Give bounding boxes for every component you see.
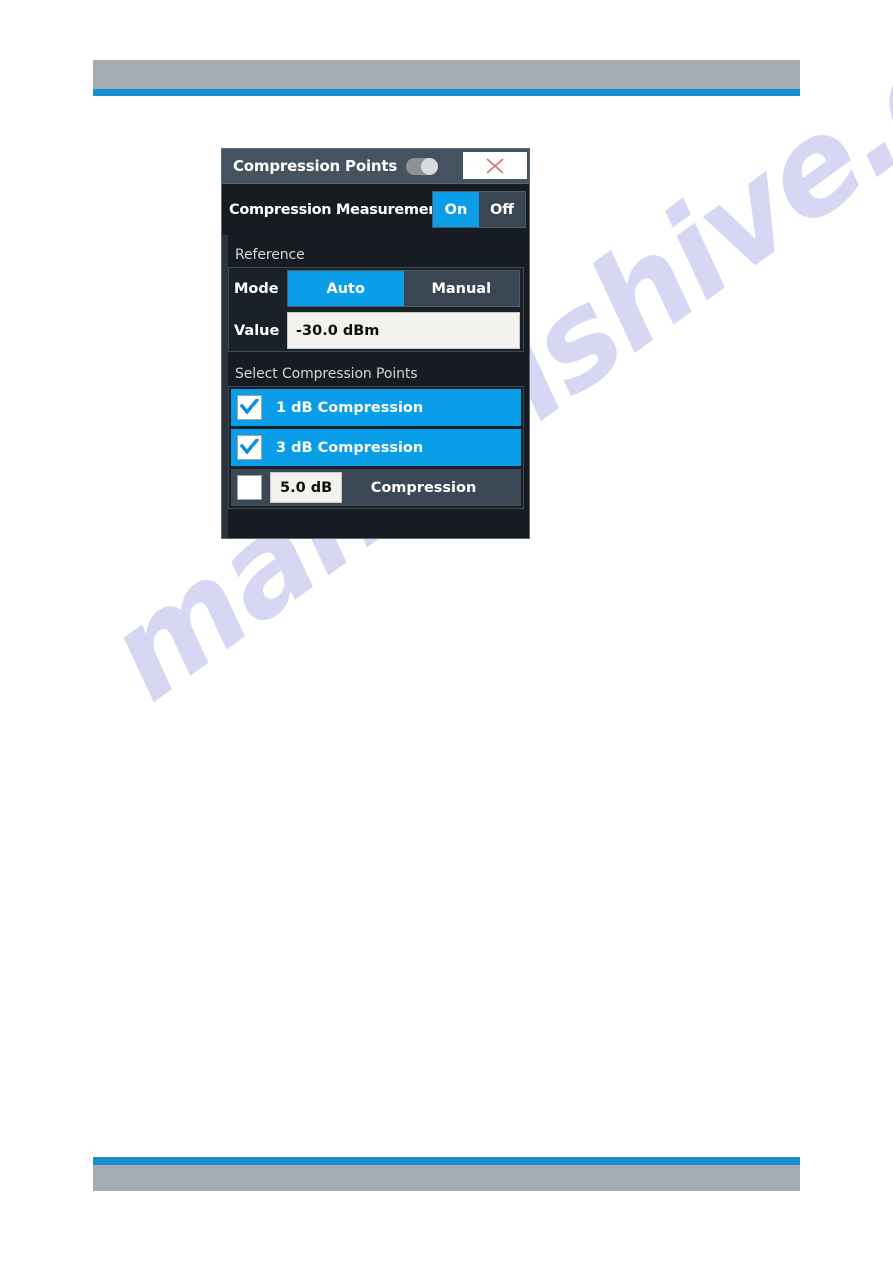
compression-points-dialog: Compression Points Compression Measureme… <box>221 148 530 539</box>
reference-section: Reference Mode Auto Manual Value -30.0 d… <box>222 247 529 352</box>
checkbox-1db[interactable] <box>237 395 262 420</box>
check-icon <box>240 439 259 455</box>
dialog-toggle-switch[interactable] <box>406 157 439 175</box>
mode-segmented: Auto Manual <box>287 270 520 307</box>
mode-label: Mode <box>234 280 279 297</box>
page-footer-bar <box>93 1165 800 1191</box>
compression-measurement-label: Compression Measurement <box>229 201 445 218</box>
mode-auto-button[interactable]: Auto <box>288 271 404 306</box>
checkbox-custom[interactable] <box>237 475 262 500</box>
list-item[interactable]: 5.0 dB Compression <box>231 469 521 506</box>
custom-compression-suffix: Compression <box>370 479 477 496</box>
reference-section-label: Reference <box>235 247 305 263</box>
dialog-titlebar: Compression Points <box>222 149 529 184</box>
reference-value-row: Value -30.0 dBm <box>229 310 523 351</box>
check-icon <box>240 399 259 415</box>
custom-compression-input[interactable]: 5.0 dB <box>270 472 342 503</box>
close-button[interactable] <box>463 152 527 179</box>
compression-measurement-segmented: On Off <box>432 191 526 228</box>
reference-value-input[interactable]: -30.0 dBm <box>287 312 520 349</box>
list-item-label: 3 dB Compression <box>276 439 424 456</box>
compression-measurement-row: Compression Measurement On Off <box>222 184 529 235</box>
list-item-label: 1 dB Compression <box>276 399 424 416</box>
reference-mode-row: Mode Auto Manual <box>229 268 523 309</box>
dialog-title: Compression Points <box>233 157 398 175</box>
select-compression-points-section: Select Compression Points 1 dB Compressi… <box>222 366 529 509</box>
page-header-bar <box>93 60 800 89</box>
close-x-icon <box>486 157 504 174</box>
on-button[interactable]: On <box>433 192 479 227</box>
list-item[interactable]: 1 dB Compression <box>231 389 521 426</box>
value-label: Value <box>234 322 280 339</box>
select-compression-points-label: Select Compression Points <box>235 366 418 382</box>
list-item[interactable]: 3 dB Compression <box>231 429 521 466</box>
reference-box: Mode Auto Manual Value -30.0 dBm <box>228 267 524 352</box>
off-button[interactable]: Off <box>479 192 525 227</box>
compression-points-list: 1 dB Compression 3 dB Compression 5.0 dB… <box>228 386 524 509</box>
page-footer-accent-rule <box>93 1157 800 1165</box>
checkbox-3db[interactable] <box>237 435 262 460</box>
page-header-accent-rule <box>93 89 800 96</box>
mode-manual-button[interactable]: Manual <box>404 271 520 306</box>
toggle-knob <box>421 157 439 175</box>
